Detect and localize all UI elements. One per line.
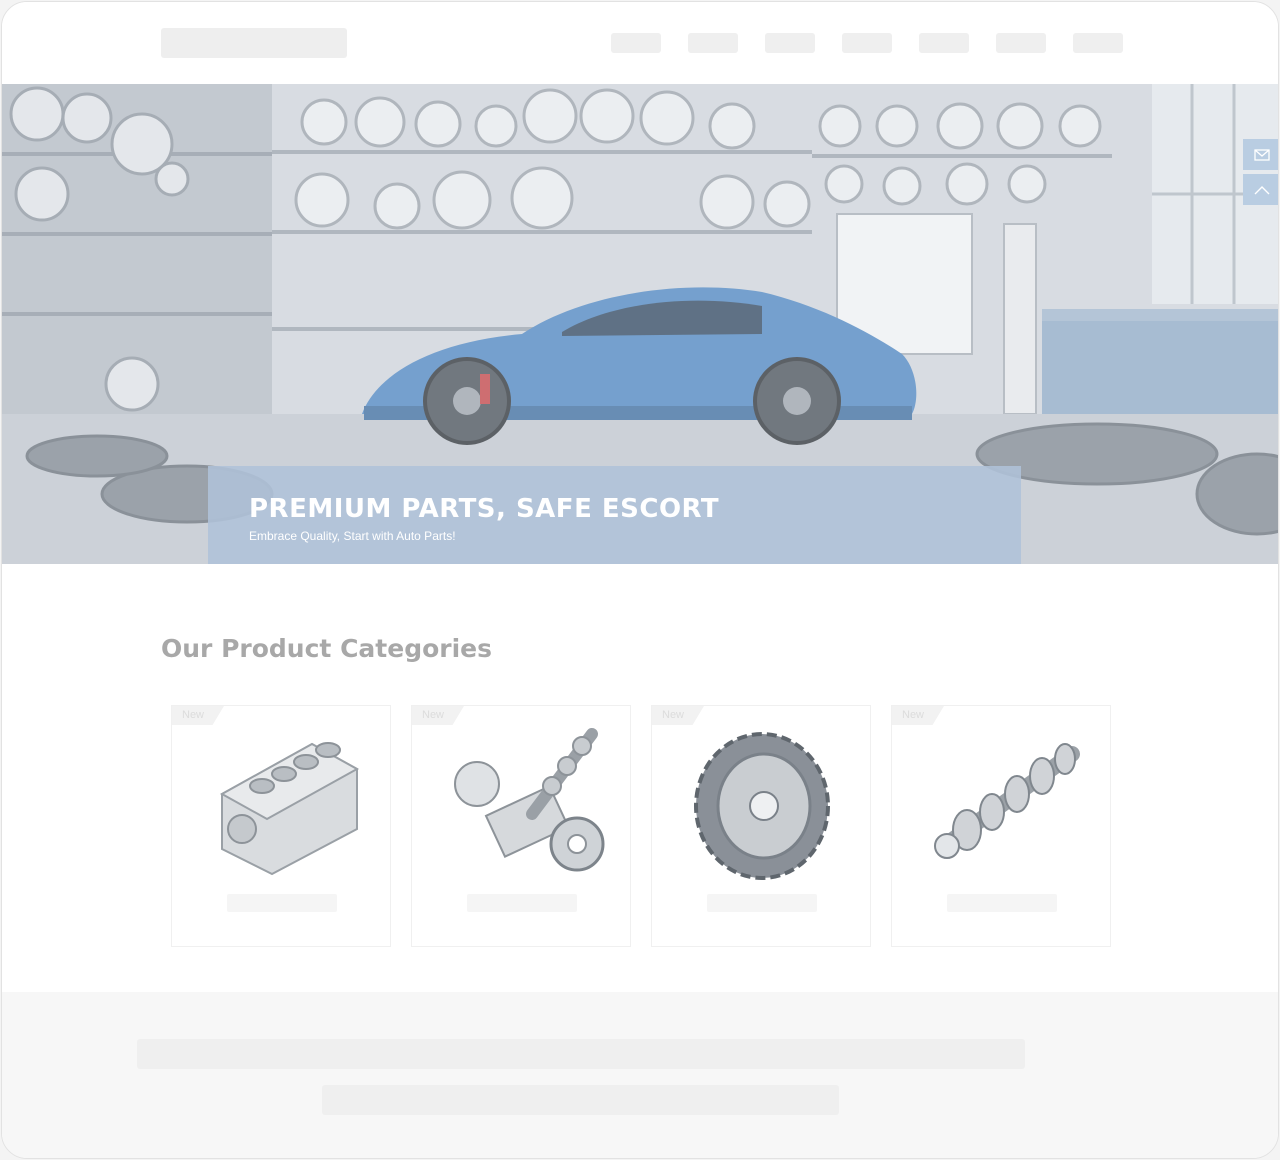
new-badge: New xyxy=(172,706,224,725)
back-to-top-button[interactable] xyxy=(1243,174,1278,205)
hero-banner: PREMIUM PARTS, SAFE ESCORT Embrace Quali… xyxy=(2,84,1278,564)
category-name xyxy=(227,894,337,912)
hero-title: PREMIUM PARTS, SAFE ESCORT xyxy=(249,494,720,524)
gear-wheel-image[interactable] xyxy=(672,724,852,889)
engine-block-image[interactable] xyxy=(192,724,372,889)
nav-item-6[interactable] xyxy=(996,33,1046,53)
section-title: Our Product Categories xyxy=(161,634,493,663)
site-logo[interactable] xyxy=(161,28,347,58)
category-card[interactable]: New xyxy=(891,705,1111,947)
category-card[interactable]: New xyxy=(171,705,391,947)
chevron-up-icon xyxy=(1254,185,1269,194)
nav-item-1[interactable] xyxy=(611,33,661,53)
crankshaft-image[interactable] xyxy=(912,724,1092,889)
category-card[interactable]: New xyxy=(411,705,631,947)
nav-item-7[interactable] xyxy=(1073,33,1123,53)
footer-text xyxy=(137,1039,1025,1069)
category-name xyxy=(707,894,817,912)
category-name xyxy=(467,894,577,912)
nav-item-2[interactable] xyxy=(688,33,738,53)
mail-button[interactable] xyxy=(1243,139,1278,170)
new-badge: New xyxy=(892,706,944,725)
category-card[interactable]: New xyxy=(651,705,871,947)
main-navigation xyxy=(611,33,1123,53)
hero-subtitle: Embrace Quality, Start with Auto Parts! xyxy=(249,529,456,543)
product-category-list: New New New New xyxy=(171,705,1111,947)
nav-item-3[interactable] xyxy=(765,33,815,53)
camshaft-assembly-image[interactable] xyxy=(432,724,612,889)
site-header xyxy=(2,2,1278,84)
browser-frame: PREMIUM PARTS, SAFE ESCORT Embrace Quali… xyxy=(1,1,1279,1159)
nav-item-4[interactable] xyxy=(842,33,892,53)
site-footer xyxy=(2,992,1278,1158)
hero-caption: PREMIUM PARTS, SAFE ESCORT Embrace Quali… xyxy=(208,466,1021,564)
footer-text xyxy=(322,1085,839,1115)
mail-icon xyxy=(1253,148,1270,161)
category-name xyxy=(947,894,1057,912)
nav-item-5[interactable] xyxy=(919,33,969,53)
new-badge: New xyxy=(412,706,464,725)
new-badge: New xyxy=(652,706,704,725)
